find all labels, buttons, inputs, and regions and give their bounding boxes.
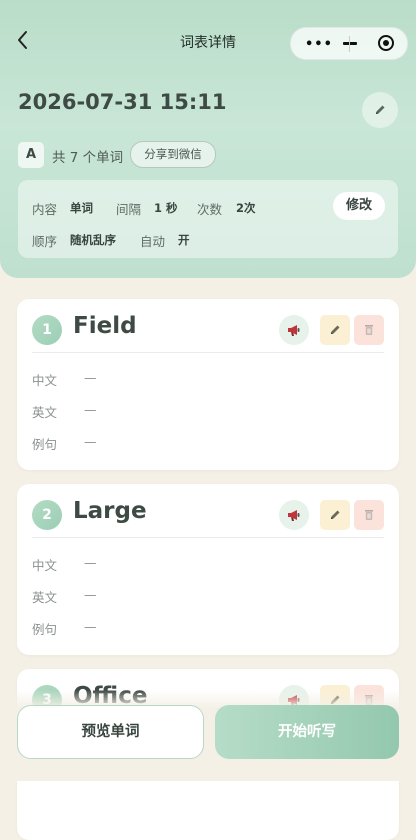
- word-card: 1 Field 中文 — 英文 — 例句 —: [17, 299, 399, 470]
- example-label: 例句: [32, 437, 58, 452]
- edit-word-button[interactable]: [320, 315, 350, 345]
- content-label: 内容: [32, 202, 58, 217]
- card-divider: [32, 352, 384, 353]
- trash-icon: [365, 325, 373, 335]
- times-value: 2次: [236, 201, 256, 215]
- content-value: 单词: [70, 201, 93, 215]
- word-text: Large: [73, 498, 147, 524]
- header-panel: 词表详情 ••• 2026-07-31 15:11 A 共 7 个单词 分享到微…: [0, 0, 416, 278]
- example-value: —: [84, 619, 97, 634]
- start-dictation-button[interactable]: 开始听写: [215, 705, 399, 759]
- mini-program-capsule: •••: [290, 27, 408, 60]
- english-value: —: [84, 402, 97, 417]
- example-value: —: [84, 434, 97, 449]
- pencil-icon: [331, 325, 340, 334]
- word-count: 共 7 个单词: [52, 150, 124, 166]
- trash-icon: [365, 510, 373, 520]
- edit-word-button[interactable]: [320, 500, 350, 530]
- interval-label: 间隔: [116, 202, 142, 217]
- share-wechat-button[interactable]: 分享到微信: [130, 141, 216, 168]
- example-label: 例句: [32, 622, 58, 637]
- chinese-label: 中文: [32, 558, 58, 573]
- modify-settings-button[interactable]: 修改: [333, 192, 385, 220]
- word-index: 1: [32, 315, 62, 345]
- interval-value: 1 秒: [154, 201, 178, 215]
- english-value: —: [84, 587, 97, 602]
- megaphone-icon: [288, 325, 300, 336]
- megaphone-icon: [288, 510, 300, 521]
- auto-value: 开: [178, 233, 190, 247]
- letter-badge: A: [18, 142, 44, 168]
- chinese-value: —: [84, 555, 97, 570]
- card-divider: [32, 537, 384, 538]
- times-label: 次数: [197, 202, 223, 217]
- order-value: 随机乱序: [70, 233, 116, 247]
- word-text: Field: [73, 313, 137, 339]
- chinese-value: —: [84, 370, 97, 385]
- english-label: 英文: [32, 405, 58, 420]
- edit-title-button[interactable]: [362, 92, 398, 128]
- speak-button[interactable]: [279, 500, 309, 530]
- delete-word-button[interactable]: [354, 500, 384, 530]
- more-icon[interactable]: •••: [305, 37, 333, 52]
- pencil-icon: [331, 510, 340, 519]
- auto-label: 自动: [140, 234, 166, 249]
- delete-word-button[interactable]: [354, 315, 384, 345]
- minimize-icon[interactable]: [343, 42, 357, 45]
- list-datetime: 2026-07-31 15:11: [18, 90, 227, 114]
- order-label: 顺序: [32, 234, 58, 249]
- capsule-divider: [349, 36, 350, 52]
- close-target-icon[interactable]: [377, 34, 395, 52]
- english-label: 英文: [32, 590, 58, 605]
- nav-bar: 词表详情 •••: [0, 0, 416, 64]
- chinese-label: 中文: [32, 373, 58, 388]
- word-card: 2 Large 中文 — 英文 — 例句 —: [17, 484, 399, 655]
- speak-button[interactable]: [279, 315, 309, 345]
- preview-words-button[interactable]: 预览单词: [17, 705, 204, 759]
- word-index: 2: [32, 500, 62, 530]
- pencil-icon: [376, 105, 385, 114]
